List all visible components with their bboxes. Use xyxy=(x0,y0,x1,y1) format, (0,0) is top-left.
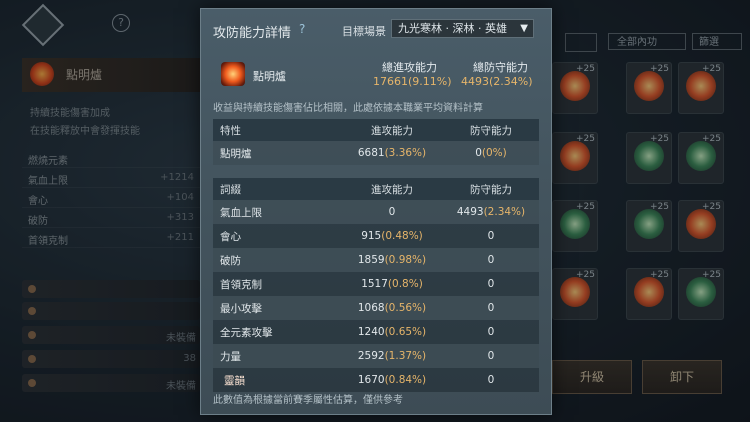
calculation-note: 收益與持續技能傷害佔比相關，此處依據本職業平均資料計算 xyxy=(213,103,483,114)
background-left-pane: ? 點明爐 持續技能傷害加成 在技能釋放中會發揮技能 燃燒元素 氣血上限 +121… xyxy=(0,0,200,422)
wind-orb-icon xyxy=(560,209,590,239)
total-defense-value: 4493(2.34%) xyxy=(461,75,533,88)
attr-row: 會心 +104 xyxy=(22,190,200,208)
column-header: 詞綴 xyxy=(213,178,341,200)
table-row: 會心 915(0.48%) 0 xyxy=(213,224,539,248)
wind-orb-icon xyxy=(634,141,664,171)
table-header-row: 詞綴 進攻能力 防守能力 xyxy=(213,178,539,200)
inventory-card[interactable]: +25 xyxy=(678,268,724,320)
skill-slot[interactable]: 未裝備 xyxy=(22,326,200,344)
upgrade-button[interactable]: 升級 xyxy=(552,360,632,394)
panel-title: 攻防能力詳情 xyxy=(213,26,292,41)
table-row: 力量 2592(1.37%) 0 xyxy=(213,344,539,368)
attr-row: 燃燒元素 xyxy=(22,150,200,168)
inventory-card[interactable]: +25 xyxy=(678,200,724,252)
table-header-row: 特性 進攻能力 防守能力 xyxy=(213,119,539,141)
table-row: 點明爐 6681(3.36%) 0(0%) xyxy=(213,141,539,165)
column-header: 防守能力 xyxy=(443,178,539,200)
wind-orb-icon xyxy=(686,141,716,171)
column-header: 進攻能力 xyxy=(341,178,443,200)
table-row: 首領克制 1517(0.8%) 0 xyxy=(213,272,539,296)
target-scene-value: 九光寒林 · 深林 · 英雄 xyxy=(398,22,507,35)
filter-all-dropdown[interactable]: 全部內功 xyxy=(608,33,686,50)
inventory-card[interactable]: +25 xyxy=(626,268,672,320)
item-desc-2: 在技能釋放中會發揮技能 xyxy=(30,126,140,137)
skill-slot[interactable]: 38 xyxy=(22,350,200,368)
estimate-disclaimer: 此數值為根據當前賽季屬性估算，僅供參考 xyxy=(213,395,403,406)
search-button[interactable] xyxy=(565,33,597,52)
total-attack-label: 總進攻能力 xyxy=(382,61,437,74)
fire-orb-icon xyxy=(221,62,245,86)
fire-orb-icon xyxy=(560,141,590,171)
fire-orb-icon xyxy=(686,209,716,239)
chevron-down-icon: ▼ xyxy=(520,23,528,34)
fire-orb-icon xyxy=(30,62,54,86)
fire-orb-icon xyxy=(634,71,664,101)
table-row-highlighted: 靈韻 1670(0.84%) 0 xyxy=(213,368,539,392)
table-row: 氣血上限 0 4493(2.34%) xyxy=(213,200,539,224)
inventory-card[interactable]: +25 xyxy=(552,62,598,114)
wind-orb-icon xyxy=(634,209,664,239)
column-header: 特性 xyxy=(213,119,341,141)
attr-row: 破防 +313 xyxy=(22,210,200,228)
panel-help-icon[interactable]: ? xyxy=(299,22,305,36)
highlighted-affix-name: 靈韻 xyxy=(214,373,263,388)
inventory-card[interactable]: +25 xyxy=(552,268,598,320)
trait-name: 點明爐 xyxy=(213,141,341,165)
game-logo-icon xyxy=(21,3,65,47)
total-defense-label: 總防守能力 xyxy=(473,61,528,74)
background-right-pane: 全部內功 篩選 +25 +25 +25 +25 +25 +25 +25 +25 … xyxy=(550,0,750,422)
attack-defense-detail-panel: 攻防能力詳情 ? 目標場景 九光寒林 · 深林 · 英雄 ▼ 點明爐 總進攻能力… xyxy=(200,8,552,415)
help-icon[interactable]: ? xyxy=(112,14,130,32)
table-row: 最小攻擊 1068(0.56%) 0 xyxy=(213,296,539,320)
unequip-button[interactable]: 卸下 xyxy=(642,360,722,394)
attack-cell: 6681(3.36%) xyxy=(341,141,443,165)
skill-slot[interactable] xyxy=(22,280,200,298)
affix-table: 詞綴 進攻能力 防守能力 氣血上限 0 4493(2.34%) 會心 915(0.48… xyxy=(213,178,539,392)
attr-row: 首領克制 +211 xyxy=(22,230,200,248)
fire-orb-icon xyxy=(560,71,590,101)
defense-cell: 0(0%) xyxy=(443,141,539,165)
skill-slot[interactable]: 未裝備 xyxy=(22,374,200,392)
inventory-card[interactable]: +25 xyxy=(626,62,672,114)
table-row: 破防 1859(0.98%) 0 xyxy=(213,248,539,272)
table-row: 全元素攻擊 1240(0.65%) 0 xyxy=(213,320,539,344)
wind-orb-icon xyxy=(686,277,716,307)
item-name: 點明爐 xyxy=(253,70,286,83)
column-header: 進攻能力 xyxy=(341,119,443,141)
item-desc-1: 持續技能傷害加成 xyxy=(30,108,110,119)
total-attack-value: 17661(9.11%) xyxy=(373,75,452,88)
fire-orb-icon xyxy=(686,71,716,101)
inventory-card[interactable]: +25 xyxy=(678,132,724,184)
inventory-card[interactable]: +25 xyxy=(678,62,724,114)
fire-orb-icon xyxy=(634,277,664,307)
attr-row: 氣血上限 +1214 xyxy=(22,170,200,188)
filter-button[interactable]: 篩選 xyxy=(692,33,742,50)
inventory-card[interactable]: +25 xyxy=(552,132,598,184)
inventory-card[interactable]: +25 xyxy=(552,200,598,252)
inventory-card[interactable]: +25 xyxy=(626,200,672,252)
fire-orb-icon xyxy=(560,277,590,307)
column-header: 防守能力 xyxy=(443,119,539,141)
equipped-item-name: 點明爐 xyxy=(66,68,103,82)
inventory-card[interactable]: +25 xyxy=(626,132,672,184)
target-scene-select[interactable]: 九光寒林 · 深林 · 英雄 ▼ xyxy=(391,19,534,38)
skill-slot[interactable] xyxy=(22,302,200,320)
trait-table: 特性 進攻能力 防守能力 點明爐 6681(3.36%) 0(0%) xyxy=(213,119,539,165)
target-scene-label: 目標場景 xyxy=(342,25,386,38)
